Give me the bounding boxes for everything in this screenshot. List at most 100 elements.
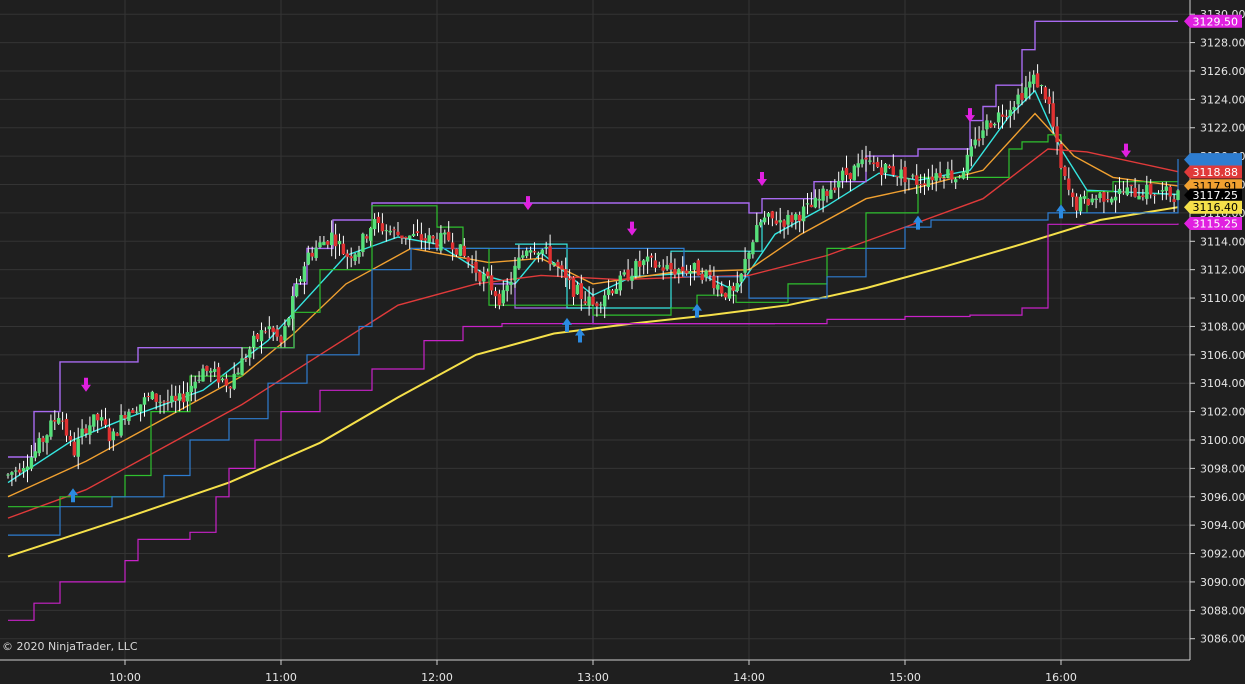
candle-up [330,232,334,246]
candle-up [353,254,357,261]
candle-up [603,295,607,307]
candle-up [692,262,697,270]
candle-down [1086,198,1090,206]
candle-up [1156,193,1161,195]
candle-up [252,335,256,348]
candle-down [431,236,435,239]
candle-down [146,396,151,398]
candle-down [96,413,100,421]
candle-up [969,146,973,157]
candle-up [1016,94,1020,105]
price-chart[interactable]: 3086.00 3088.00 3090.00 3092.00 3094.00 3096.… [0,0,1245,684]
candle-down [392,229,396,231]
candle-up [517,257,521,269]
candle-up [119,414,123,436]
candle-up [657,265,661,267]
candle-up [76,438,80,457]
candle-down [556,262,560,267]
candle-down [1055,126,1059,143]
candle-up [298,279,303,282]
candle-down [72,441,76,456]
y-tick-label: 3124.00 [1200,93,1245,106]
candle-up [372,219,377,230]
candle-down [681,266,685,272]
candle-down [564,269,568,278]
candle-up [622,272,626,275]
candle-up [540,249,544,254]
candle-down [41,437,45,442]
candle-down [18,469,22,473]
candle-down [876,161,880,167]
candle-down [770,211,775,219]
candle-down [466,257,470,262]
candle-down [244,358,248,360]
price-label-text: 3115.25 [1193,218,1239,231]
candle-up [384,230,388,232]
price-label-text: 3118.88 [1193,166,1239,179]
candle-down [400,235,404,239]
candle-up [213,369,217,372]
candle-up [411,233,416,236]
candle-up [369,228,373,241]
candle-up [408,235,412,239]
candle-down [571,277,576,297]
candle-up [291,296,295,319]
candle-up [786,214,790,225]
candle-up [1024,87,1028,99]
candle-up [747,252,751,259]
candle-up [388,230,392,233]
y-tick-label: 3102.00 [1200,406,1245,419]
price-label-text: 3129.50 [1193,15,1239,28]
candle-up [1164,186,1168,191]
candle-up [727,285,732,299]
candle-up [1125,187,1129,195]
candle-up [805,203,810,205]
candle-down [1051,103,1055,127]
candle-up [314,247,318,259]
candle-up [33,451,37,458]
candle-down [1035,73,1040,88]
candle-up [318,242,322,248]
candle-up [599,304,603,306]
candle-down [930,176,934,181]
candle-up [505,285,509,292]
candle-up [688,271,693,274]
y-tick-label: 3100.00 [1200,434,1245,447]
candle-down [891,166,895,175]
candle-down [310,252,314,257]
candle-down [181,393,186,403]
candle-down [1129,184,1133,187]
candle-up [837,180,841,188]
candle-down [915,175,919,185]
candle-up [817,198,821,201]
candle-down [809,204,814,208]
x-tick-label: 11:00 [265,671,297,684]
candle-up [127,411,131,422]
candle-down [790,215,794,223]
candle-down [918,184,923,186]
candle-down [166,401,170,403]
y-tick-label: 3114.00 [1200,235,1245,248]
candle-down [419,234,424,241]
candle-down [696,260,700,276]
candle-up [1078,196,1083,212]
candle-up [860,159,864,165]
y-tick-label: 3106.00 [1200,349,1245,362]
candle-up [99,417,104,421]
candle-up [1028,81,1032,88]
candle-up [443,232,447,235]
candle-down [708,271,712,275]
price-label-text: 3116.40 [1193,201,1239,214]
candle-up [762,217,767,223]
candle-down [879,167,884,176]
candle-up [911,175,915,177]
candle-down [489,275,494,291]
candle-down [712,276,716,289]
candle-up [458,244,463,256]
candle-down [595,303,599,307]
candle-up [801,206,806,222]
candle-up [111,431,115,441]
candle-up [883,163,888,173]
candle-up [735,283,739,291]
candle-up [189,385,193,393]
